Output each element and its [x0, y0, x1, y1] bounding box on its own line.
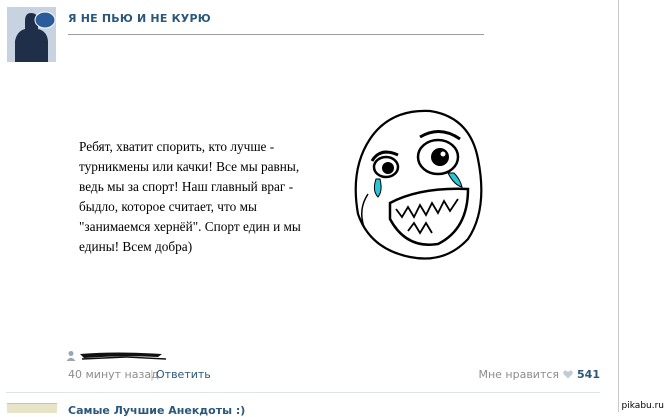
site-watermark: pikabu.ru: [619, 401, 666, 411]
meta-separator: |: [150, 368, 154, 381]
post-author[interactable]: Я НЕ ПЬЮ И НЕ КУРЮ: [68, 12, 211, 25]
heart-icon: [563, 370, 573, 379]
wall-post: Я НЕ ПЬЮ И НЕ КУРЮ Ребят, хватит спорить…: [0, 0, 620, 417]
post-time[interactable]: 40 минут назад: [68, 368, 159, 381]
reply-link[interactable]: Ответить: [156, 368, 211, 381]
group-avatar[interactable]: [7, 7, 56, 62]
post-image[interactable]: [350, 99, 488, 264]
user-icon: [66, 351, 76, 361]
like-count: 541: [577, 368, 600, 381]
commenter-info[interactable]: [66, 350, 196, 362]
column-divider: [618, 0, 619, 412]
next-post-title[interactable]: Самые Лучшие Анекдоты :): [68, 404, 245, 417]
post-divider: [6, 392, 600, 393]
post-meta: 40 минут назад | Ответить Мне нравится 5…: [68, 368, 600, 382]
post-text: Ребят, хватит спорить, кто лучше - турни…: [79, 139, 301, 254]
rage-face-happy-tears-icon: [354, 109, 483, 260]
like-label: Мне нравится: [478, 368, 560, 381]
like-button[interactable]: Мне нравится 541: [478, 368, 600, 381]
group-avatar-icon: [7, 7, 56, 62]
redacted-username: [80, 352, 167, 360]
title-divider: [68, 34, 484, 35]
